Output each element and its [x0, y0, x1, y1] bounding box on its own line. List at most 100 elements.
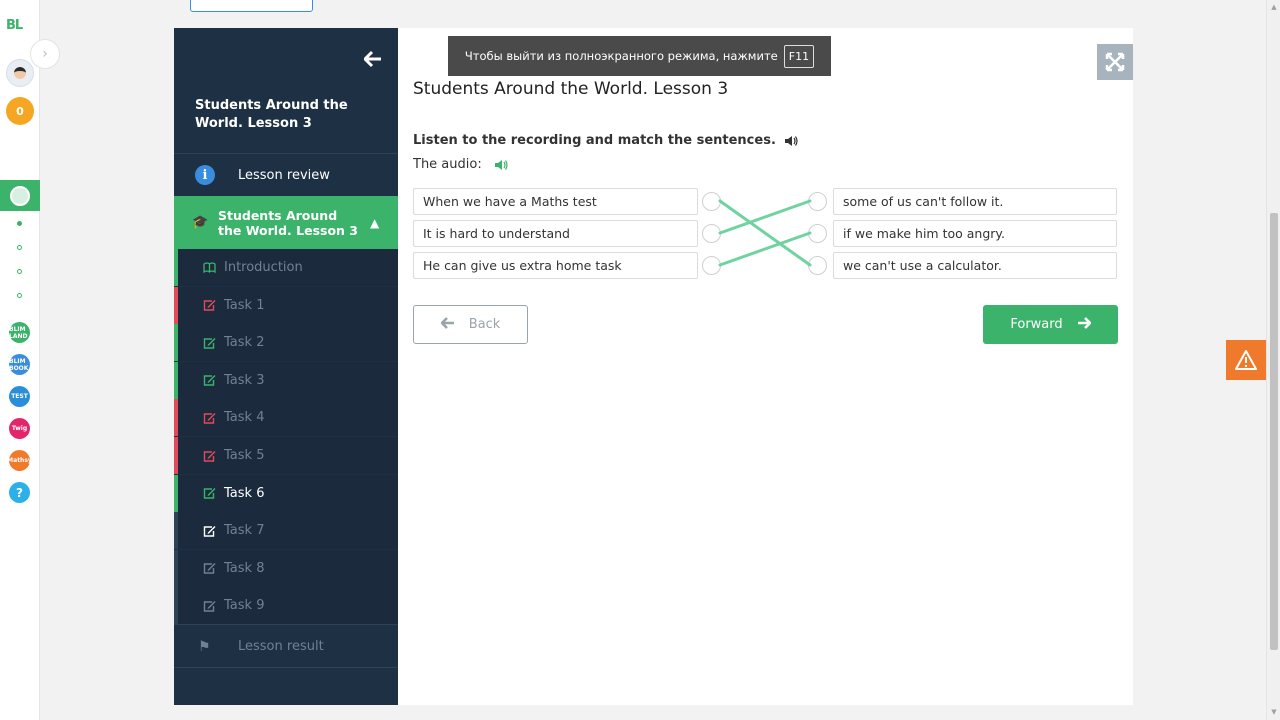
edit-icon: [202, 374, 216, 387]
chevron-up-icon[interactable]: ▲: [370, 216, 379, 230]
rail-bullet[interactable]: [17, 293, 22, 298]
status-bar: [174, 474, 178, 512]
status-bar: [174, 286, 178, 324]
edit-icon: [202, 562, 216, 575]
edit-icon: [202, 599, 216, 612]
warning-icon: [1235, 350, 1257, 370]
scroll-up-icon[interactable]: ▲: [1270, 3, 1278, 11]
scroll-down-icon[interactable]: ▼: [1270, 708, 1278, 716]
edit-icon: [202, 411, 216, 424]
score-badge[interactable]: 0: [6, 97, 34, 125]
rail-bullet[interactable]: [17, 221, 22, 226]
match-right-item[interactable]: we can't use a calculator.: [833, 252, 1117, 279]
sidebar-item-label: Task 3: [224, 372, 265, 388]
sidebar-item-label: Introduction: [224, 260, 303, 275]
avatar-face-icon: [14, 67, 26, 79]
sidebar-item-task[interactable]: Task 8: [174, 549, 398, 587]
arrow-right-icon: [1077, 316, 1092, 333]
lesson-sidebar: Students Around the World. Lesson 3 i Le…: [174, 28, 398, 705]
divider: [174, 667, 398, 668]
sidebar-item-current-lesson[interactable]: 🎓 Students Around the World. Lesson 3 ▲: [174, 196, 398, 249]
sidebar-item-task[interactable]: Task 3: [174, 361, 398, 399]
sidebar-item-task[interactable]: Task 2: [174, 324, 398, 362]
match-left-item[interactable]: He can give us extra home task: [413, 252, 698, 279]
audio-label: The audio:: [413, 157, 482, 172]
app-blim-test-icon[interactable]: TEST: [9, 386, 30, 407]
status-bar: [174, 549, 178, 587]
app-rail: BL 0 BLIM LAND BLIM BOOK TEST Twig Mathsy?: [0, 0, 40, 720]
speaker-icon[interactable]: [784, 135, 798, 147]
rail-bullet[interactable]: [17, 269, 22, 274]
status-bar: [174, 587, 178, 625]
rail-item-current-course[interactable]: [0, 180, 40, 211]
sidebar-item-label: Task 4: [224, 410, 265, 426]
status-bar: [174, 361, 178, 399]
sidebar-item-label: Task 6: [224, 485, 265, 501]
task-instruction: Listen to the recording and match the se…: [413, 133, 798, 148]
match-lines: [718, 199, 812, 267]
report-problem-button[interactable]: [1226, 340, 1266, 380]
sidebar-item-label: Task 7: [224, 523, 265, 539]
edit-icon: [202, 449, 216, 462]
sidebar-item-task[interactable]: Task 1: [174, 286, 398, 324]
sidebar-item-lesson-review[interactable]: i Lesson review: [174, 154, 398, 196]
match-connection: [718, 231, 812, 267]
edit-icon: [202, 524, 216, 537]
brand-logo[interactable]: BL: [6, 18, 23, 33]
back-button[interactable]: Back: [413, 305, 528, 344]
match-left-item[interactable]: It is hard to understand: [413, 220, 698, 247]
app-help-icon[interactable]: ?: [9, 482, 30, 503]
expand-icon: [1105, 52, 1125, 72]
instruction-text: Listen to the recording and match the se…: [413, 133, 776, 148]
sidebar-item-label: Task 9: [224, 598, 265, 614]
page-title: Students Around the World. Lesson 3: [413, 79, 729, 99]
fullscreen-key: F11: [783, 44, 815, 68]
rail-expand-button[interactable]: ›: [30, 39, 60, 69]
sidebar-item-label: Lesson result: [238, 639, 324, 654]
flag-icon: ⚑: [198, 638, 211, 655]
rail-bullet[interactable]: [17, 245, 22, 250]
sidebar-item-task[interactable]: Introduction: [174, 249, 398, 286]
fullscreen-toggle-button[interactable]: [1097, 44, 1133, 80]
avatar[interactable]: [6, 59, 34, 87]
scrollbar-thumb[interactable]: [1270, 213, 1278, 650]
sidebar-item-label: Task 5: [224, 448, 265, 463]
chevron-right-icon: ›: [42, 46, 48, 62]
fullscreen-notice-text: Чтобы выйти из полноэкранного режима, на…: [464, 49, 778, 63]
status-bar: [174, 437, 178, 474]
forward-label: Forward: [1010, 317, 1063, 332]
sidebar-item-label: Task 8: [224, 560, 265, 576]
edit-icon: [202, 336, 216, 349]
app-blim-book-icon[interactable]: BLIM BOOK: [9, 354, 30, 375]
app-mathsy-icon[interactable]: Mathsy: [7, 450, 32, 471]
audio-row: The audio:: [413, 157, 508, 172]
match-right-item[interactable]: if we make him too angry.: [833, 220, 1117, 247]
status-bar: [174, 324, 178, 362]
back-label: Back: [468, 317, 501, 332]
status-bar: [174, 399, 178, 437]
sidebar-item-task[interactable]: Task 6: [174, 474, 398, 512]
course-icon: [10, 185, 30, 206]
info-icon: i: [195, 165, 215, 185]
app-twig-icon[interactable]: Twig: [9, 418, 30, 439]
app-blim-land-icon[interactable]: BLIM LAND: [9, 322, 30, 343]
sidebar-item-label: Task 2: [224, 335, 265, 351]
match-left-item[interactable]: When we have a Maths test: [413, 188, 698, 215]
sidebar-item-task[interactable]: Task 7: [174, 512, 398, 550]
sidebar-item-task[interactable]: Task 5: [174, 437, 398, 474]
top-partial-button[interactable]: [190, 0, 313, 12]
match-right-item[interactable]: some of us can't follow it.: [833, 188, 1117, 215]
page-scrollbar[interactable]: ▲ ▼: [1266, 0, 1280, 720]
sidebar-item-task[interactable]: Task 4: [174, 399, 398, 437]
play-audio-icon[interactable]: [494, 159, 508, 171]
sidebar-item-lesson-result[interactable]: ⚑ Lesson result: [174, 625, 398, 668]
status-bar: [174, 249, 178, 286]
sidebar-item-task[interactable]: Task 9: [174, 587, 398, 625]
forward-button[interactable]: Forward: [983, 305, 1118, 344]
sidebar-item-label: Task 1: [224, 297, 265, 313]
edit-icon: [202, 299, 216, 312]
status-bar: [174, 512, 178, 550]
arrow-left-icon: [439, 316, 455, 333]
edit-icon: [202, 487, 216, 500]
back-arrow-icon[interactable]: [362, 50, 382, 68]
